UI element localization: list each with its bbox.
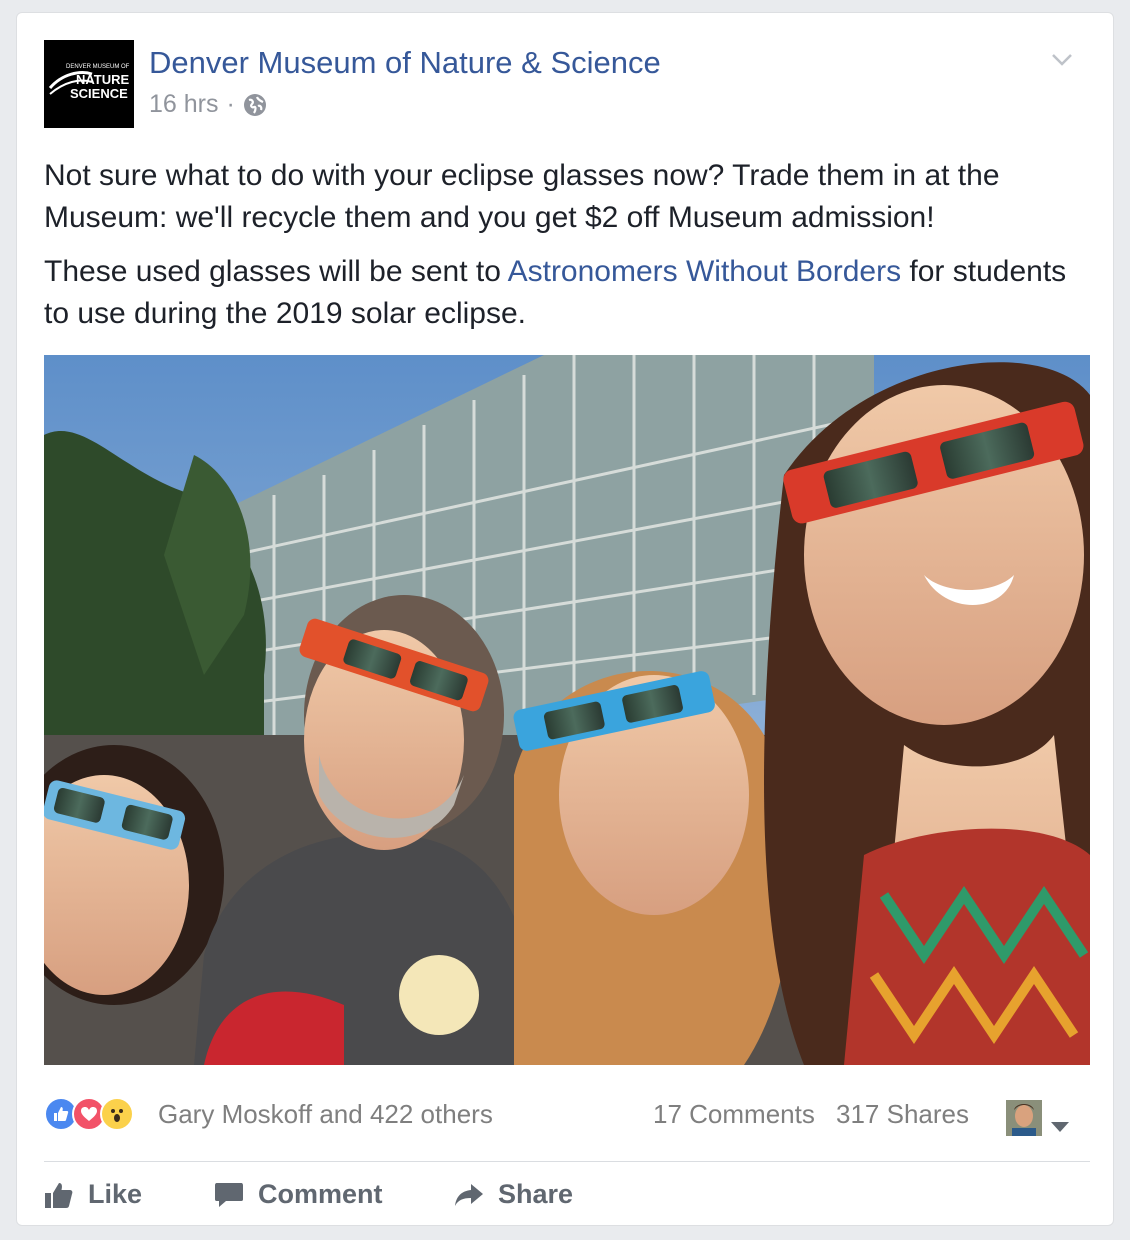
logo-line3: SCIENCE (70, 86, 128, 101)
post-actions: Like Comment Share (44, 1173, 1090, 1217)
reactions-row: Gary Moskoff and 422 others 17 Comments … (44, 1095, 1090, 1136)
post-meta: 16 hrs · (149, 90, 267, 119)
globe-icon[interactable] (243, 93, 267, 117)
share-arrow-icon (455, 1183, 483, 1206)
post-paragraph-2: These used glasses will be sent to Astro… (44, 251, 1084, 335)
post-paragraph-1: Not sure what to do with your eclipse gl… (44, 159, 1000, 234)
like-label: Like (88, 1179, 143, 1209)
wow-reaction-icon (100, 1097, 134, 1131)
astronomers-link[interactable]: Astronomers Without Borders (508, 255, 901, 288)
meta-separator: · (226, 90, 235, 118)
page-avatar[interactable]: DENVER MUSEUM OF NATURE & SCIENCE (44, 40, 134, 128)
share-button[interactable]: Share (454, 1179, 573, 1210)
post-body: Not sure what to do with your eclipse gl… (44, 155, 1084, 347)
post-photo[interactable] (44, 355, 1090, 1065)
share-label: Share (498, 1179, 574, 1209)
comment-button[interactable]: Comment (214, 1179, 383, 1210)
reactors-summary[interactable]: Gary Moskoff and 422 others (158, 1099, 493, 1130)
paragraph-2-text: These used glasses will be sent to (44, 255, 508, 288)
logo-line2: NATURE & (76, 72, 132, 87)
thumbs-up-icon (45, 1182, 73, 1208)
post-time[interactable]: 16 hrs (149, 90, 218, 119)
chevron-down-icon[interactable] (1050, 48, 1074, 72)
reaction-icons[interactable] (44, 1097, 134, 1131)
comment-bubble-icon (215, 1182, 243, 1207)
museum-logo-icon: DENVER MUSEUM OF NATURE & SCIENCE (48, 64, 132, 101)
eclipse-viewers-image (44, 355, 1090, 1065)
like-button[interactable]: Like (44, 1179, 142, 1210)
viewer-avatar[interactable] (1006, 1100, 1042, 1136)
comment-label: Comment (258, 1179, 383, 1209)
logo-line1: DENVER MUSEUM OF (66, 64, 130, 70)
post-card: DENVER MUSEUM OF NATURE & SCIENCE Denver… (16, 12, 1114, 1226)
comments-count[interactable]: 17 Comments (653, 1099, 815, 1130)
actions-divider (44, 1161, 1090, 1162)
post-header: DENVER MUSEUM OF NATURE & SCIENCE Denver… (44, 40, 1084, 132)
caret-down-icon[interactable] (1050, 1109, 1070, 1140)
shares-count[interactable]: 317 Shares (836, 1099, 969, 1130)
page-name-link[interactable]: Denver Museum of Nature & Science (149, 45, 661, 81)
